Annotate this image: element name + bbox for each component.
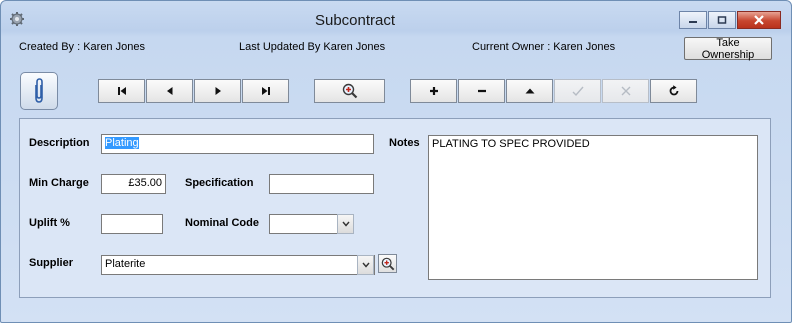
supplier-value: Platerite xyxy=(105,258,146,270)
specification-field[interactable] xyxy=(269,174,374,194)
uplift-field[interactable] xyxy=(101,214,163,234)
previous-record-button[interactable] xyxy=(146,79,193,103)
refresh-button[interactable] xyxy=(650,79,697,103)
created-by-text: Created By : Karen Jones xyxy=(19,41,145,53)
last-record-button[interactable] xyxy=(242,79,289,103)
minimize-button[interactable] xyxy=(679,11,707,29)
current-owner-text: Current Owner : Karen Jones xyxy=(472,41,616,53)
last-record-icon xyxy=(261,87,270,95)
save-check-icon xyxy=(572,86,584,97)
search-icon xyxy=(342,83,357,99)
up-button[interactable] xyxy=(506,79,553,103)
add-icon xyxy=(429,87,438,95)
close-icon xyxy=(754,15,764,25)
specification-label: Specification xyxy=(185,177,254,189)
refresh-icon xyxy=(669,85,678,96)
next-record-button[interactable] xyxy=(194,79,241,103)
window-controls xyxy=(679,11,781,29)
next-record-icon xyxy=(215,87,221,95)
nominal-code-field[interactable] xyxy=(269,214,339,234)
last-updated-text: Last Updated By Karen Jones xyxy=(239,41,386,53)
window-title: Subcontract xyxy=(314,12,396,29)
close-button[interactable] xyxy=(737,11,781,29)
description-label: Description xyxy=(29,137,90,149)
notes-value: PLATING TO SPEC PROVIDED xyxy=(432,138,590,150)
previous-record-icon xyxy=(166,87,172,95)
supplier-select[interactable]: Platerite xyxy=(101,255,375,275)
description-value: Plating xyxy=(105,137,139,149)
chevron-down-icon xyxy=(341,221,350,227)
notes-label: Notes xyxy=(389,137,420,149)
maximize-button[interactable] xyxy=(708,11,736,29)
search-icon xyxy=(381,257,394,270)
min-charge-value: £35.00 xyxy=(128,177,162,189)
first-record-button[interactable] xyxy=(98,79,145,103)
attachments-button[interactable] xyxy=(20,72,58,110)
search-button[interactable] xyxy=(314,79,385,103)
min-charge-label: Min Charge xyxy=(29,177,89,189)
description-field[interactable]: Plating xyxy=(101,134,374,154)
subcontract-window: Subcontract Created By : Karen Jones Las… xyxy=(0,0,792,323)
save-button[interactable] xyxy=(554,79,601,103)
chevron-down-icon xyxy=(361,262,370,268)
add-button[interactable] xyxy=(410,79,457,103)
title-bar[interactable]: Subcontract xyxy=(1,1,791,33)
cancel-x-icon xyxy=(621,86,630,96)
take-ownership-button[interactable]: Take Ownership xyxy=(684,37,772,61)
maximize-icon xyxy=(717,16,727,24)
minimize-icon xyxy=(689,21,697,23)
uplift-label: Uplift % xyxy=(29,217,70,229)
nominal-code-label: Nominal Code xyxy=(185,217,259,229)
cancel-button[interactable] xyxy=(602,79,649,103)
first-record-icon xyxy=(117,87,126,95)
up-icon xyxy=(525,88,534,94)
min-charge-field[interactable]: £35.00 xyxy=(101,174,166,194)
supplier-lookup-button[interactable] xyxy=(378,254,397,273)
supplier-label: Supplier xyxy=(29,257,74,269)
supplier-dropdown-button[interactable] xyxy=(357,255,374,275)
delete-icon xyxy=(477,89,486,93)
paperclip-icon xyxy=(35,78,43,103)
nominal-code-dropdown-button[interactable] xyxy=(337,214,354,234)
delete-button[interactable] xyxy=(458,79,505,103)
notes-field[interactable]: PLATING TO SPEC PROVIDED xyxy=(428,135,758,280)
